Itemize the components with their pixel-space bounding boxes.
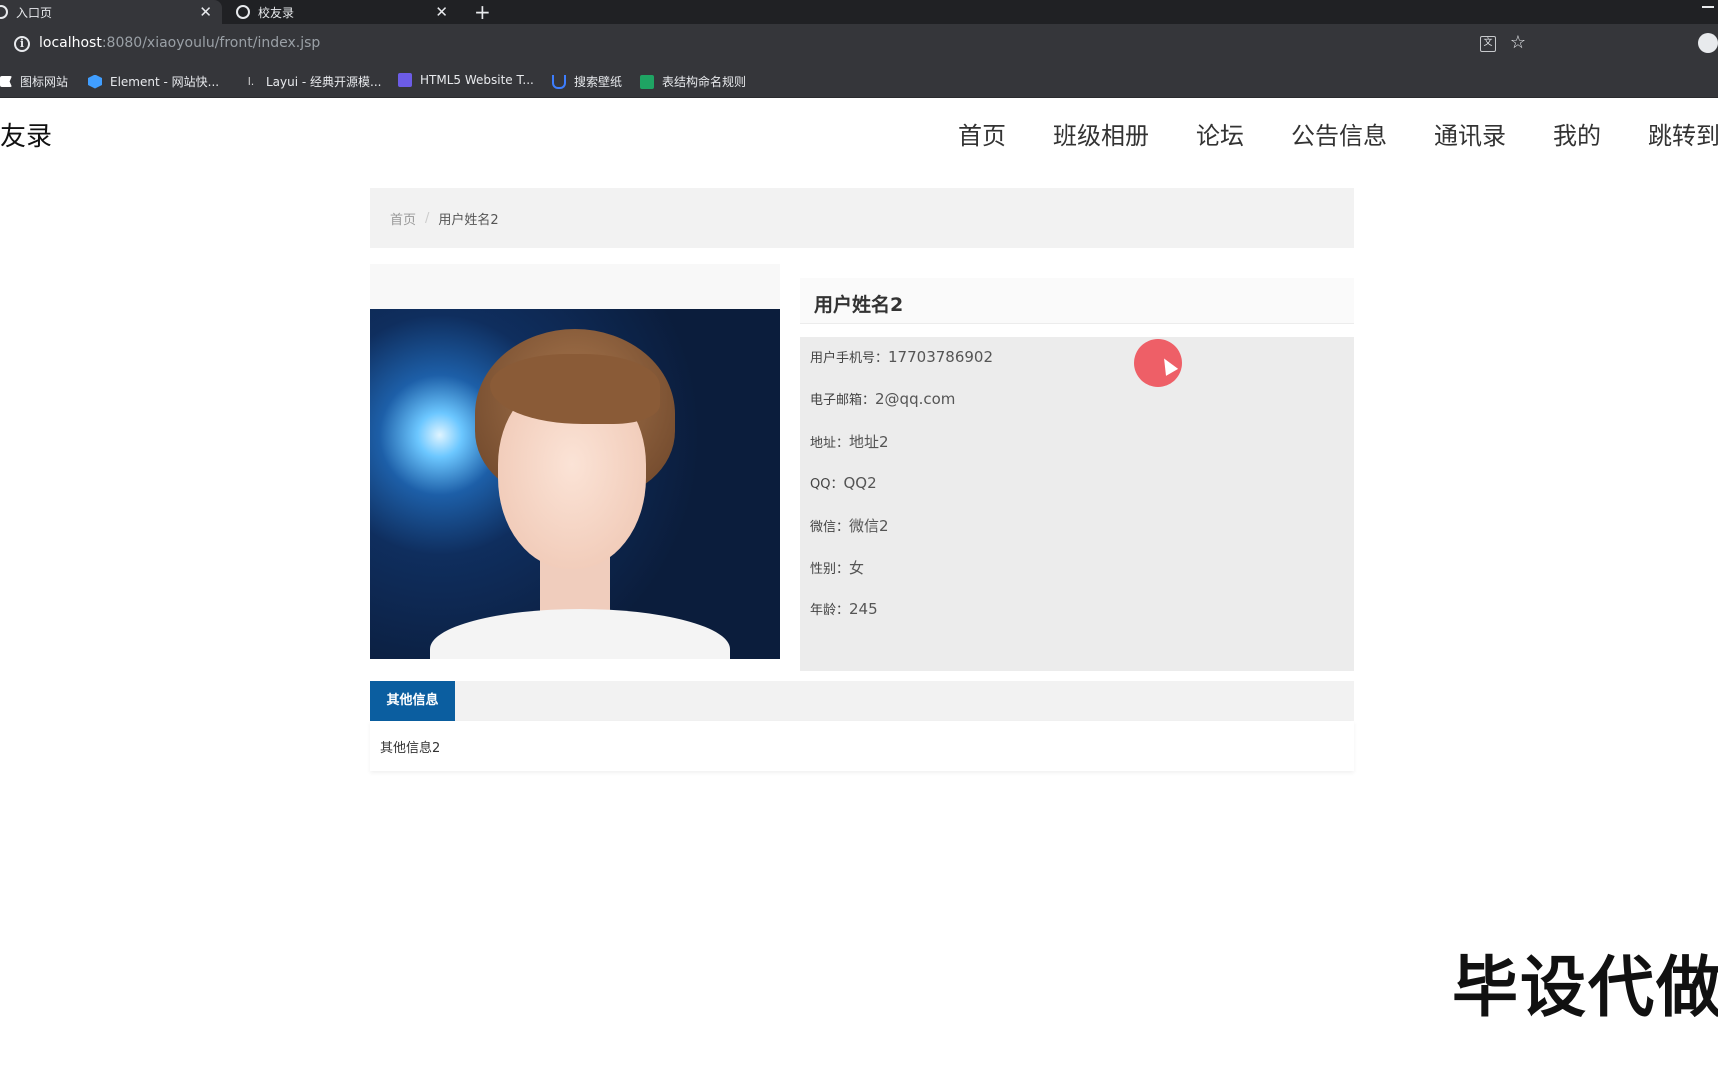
- user-photo-panel: [370, 264, 780, 659]
- user-photo: [370, 309, 780, 659]
- nav-item-admin[interactable]: 跳转到后台: [1648, 116, 1718, 151]
- site-logo[interactable]: 校友录: [0, 116, 52, 153]
- info-value: 17703786902: [888, 348, 993, 366]
- flag-icon: [0, 76, 12, 87]
- bookmark-label: Layui - 经典开源模...: [266, 75, 382, 89]
- globe-icon: [0, 5, 8, 19]
- bookmarks-bar: 图标网站 Element - 网站快... l. Layui - 经典开源模..…: [0, 64, 1718, 98]
- new-tab-button[interactable]: +: [474, 0, 491, 24]
- close-tab-icon[interactable]: ✕: [199, 0, 212, 24]
- breadcrumb-home-link[interactable]: 首页: [390, 209, 416, 228]
- profile-avatar-icon[interactable]: [1698, 33, 1718, 53]
- info-value: 245: [849, 600, 878, 618]
- info-label: QQ：: [810, 477, 844, 492]
- nav-item-announcements[interactable]: 公告信息: [1291, 116, 1387, 151]
- nav-item-contacts[interactable]: 通讯录: [1434, 116, 1506, 151]
- breadcrumb-current: 用户姓名2: [438, 212, 499, 228]
- html5-icon: [398, 73, 412, 87]
- browser-tab-active[interactable]: 入口页 ✕: [0, 0, 222, 24]
- breadcrumb-separator: /: [425, 210, 430, 226]
- info-label: 地址：: [810, 436, 850, 451]
- minimize-window-icon[interactable]: [1702, 6, 1714, 8]
- bookmark-item[interactable]: Element - 网站快...: [88, 73, 219, 90]
- bookmark-item[interactable]: l. Layui - 经典开源模...: [244, 73, 382, 90]
- bookmark-item[interactable]: 搜索壁纸: [552, 73, 622, 90]
- info-row-email: 电子邮箱：2@qq.com: [810, 389, 955, 408]
- nav-item-home[interactable]: 首页: [958, 116, 1006, 151]
- info-row-age: 年龄：245: [810, 599, 878, 618]
- browser-tab-strip: 入口页 ✕ 校友录 ✕ +: [0, 0, 1718, 24]
- extra-info-text: 其他信息2: [380, 741, 441, 756]
- tab-other-info[interactable]: 其他信息: [370, 681, 455, 721]
- info-value: QQ2: [843, 474, 877, 492]
- bookmark-label: Element - 网站快...: [110, 75, 220, 89]
- main-nav: 首页 班级相册 论坛 公告信息 通讯录 我的 跳转到后台: [958, 116, 1718, 151]
- url-host: localhost: [39, 35, 102, 51]
- bookmark-label: HTML5 Website T...: [420, 73, 534, 87]
- browser-tab-title: 校友录: [258, 5, 295, 20]
- sheet-icon: [640, 74, 654, 89]
- nav-item-mine[interactable]: 我的: [1553, 116, 1601, 151]
- nav-item-forum[interactable]: 论坛: [1196, 116, 1244, 151]
- watermark-text: 毕设代做: [1452, 949, 1718, 1026]
- info-row-phone: 用户手机号：17703786902: [810, 347, 993, 366]
- info-row-wechat: 微信：微信2: [810, 515, 889, 536]
- user-name-title: 用户姓名2: [814, 294, 904, 316]
- globe-icon: [236, 5, 250, 19]
- user-info-panel: 用户手机号：17703786902 电子邮箱：2@qq.com 地址：地址2 Q…: [800, 337, 1354, 671]
- bookmark-item[interactable]: 图标网站: [0, 73, 68, 90]
- detail-title-bar: 用户姓名2: [800, 278, 1354, 324]
- info-label: 微信：: [810, 520, 850, 535]
- browser-tab-title: 入口页: [16, 5, 53, 20]
- wallpaper-icon: [552, 74, 566, 89]
- address-bar: i localhost:8080/xiaoyoulu/front/index.j…: [0, 24, 1718, 64]
- bookmark-item[interactable]: 表结构命名规则: [640, 73, 746, 90]
- bookmark-star-icon[interactable]: ☆: [1510, 32, 1526, 53]
- info-row-gender: 性别：女: [810, 557, 864, 578]
- bookmark-label: 图标网站: [20, 75, 69, 89]
- url-path: :8080/xiaoyoulu/front/index.jsp: [101, 35, 321, 51]
- element-icon: [88, 74, 102, 89]
- info-value: 2@qq.com: [875, 390, 956, 408]
- site-header: 校友录 首页 班级相册 论坛 公告信息 通讯录 我的 跳转到后台: [0, 98, 1718, 170]
- close-tab-icon[interactable]: ✕: [435, 0, 448, 24]
- info-value: 微信2: [849, 517, 889, 535]
- info-label: 电子邮箱：: [810, 393, 876, 408]
- info-value: 女: [849, 559, 865, 577]
- nav-item-class-album[interactable]: 班级相册: [1053, 116, 1149, 151]
- bookmark-label: 搜索壁纸: [574, 75, 623, 89]
- extra-info-tabs: 其他信息: [370, 681, 1354, 721]
- bookmark-item[interactable]: HTML5 Website T...: [398, 73, 534, 87]
- browser-tab[interactable]: 校友录 ✕: [232, 0, 458, 24]
- info-label: 用户手机号：: [810, 351, 889, 366]
- site-info-icon[interactable]: i: [14, 36, 30, 52]
- url-field[interactable]: localhost:8080/xiaoyoulu/front/index.jsp: [39, 35, 320, 51]
- info-value: 地址2: [849, 433, 889, 451]
- info-label: 性别：: [810, 562, 850, 577]
- photo-shirt: [430, 609, 730, 659]
- extra-info-content: 其他信息2: [370, 721, 1354, 771]
- layui-icon: l.: [247, 74, 255, 88]
- breadcrumb: 首页 / 用户姓名2: [370, 188, 1354, 248]
- info-row-address: 地址：地址2: [810, 431, 889, 452]
- info-label: 年龄：: [810, 603, 850, 618]
- translate-icon[interactable]: 文: [1480, 36, 1496, 52]
- bookmark-label: 表结构命名规则: [662, 75, 747, 89]
- info-row-qq: QQ：QQ2: [810, 473, 877, 492]
